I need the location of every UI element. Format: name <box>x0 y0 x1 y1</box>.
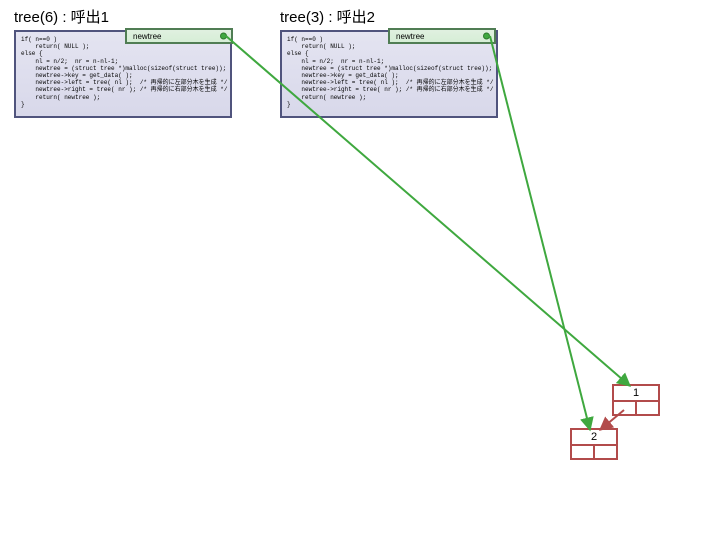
node-left-ptr <box>572 446 595 460</box>
tree-node-1: 1 <box>612 384 660 416</box>
pointer-dot-icon <box>483 33 490 40</box>
tree-node-2: 2 <box>570 428 618 460</box>
title-left: tree(6) : 呼出1 <box>14 6 109 27</box>
diagram-stage: tree(6) : 呼出1 tree(3) : 呼出2 if( n==0 ) r… <box>0 0 720 540</box>
node-key: 2 <box>572 430 616 446</box>
newtree-label: newtree <box>396 32 424 41</box>
newtree-label: newtree <box>133 32 161 41</box>
node-left-ptr <box>614 402 637 416</box>
pointer-dot-icon <box>220 33 227 40</box>
node-right-ptr <box>637 402 658 416</box>
newtree-box-right: newtree <box>388 28 496 44</box>
newtree-box-left: newtree <box>125 28 233 44</box>
title-right: tree(3) : 呼出2 <box>280 6 375 27</box>
node-key: 1 <box>614 386 658 402</box>
node-right-ptr <box>595 446 616 460</box>
